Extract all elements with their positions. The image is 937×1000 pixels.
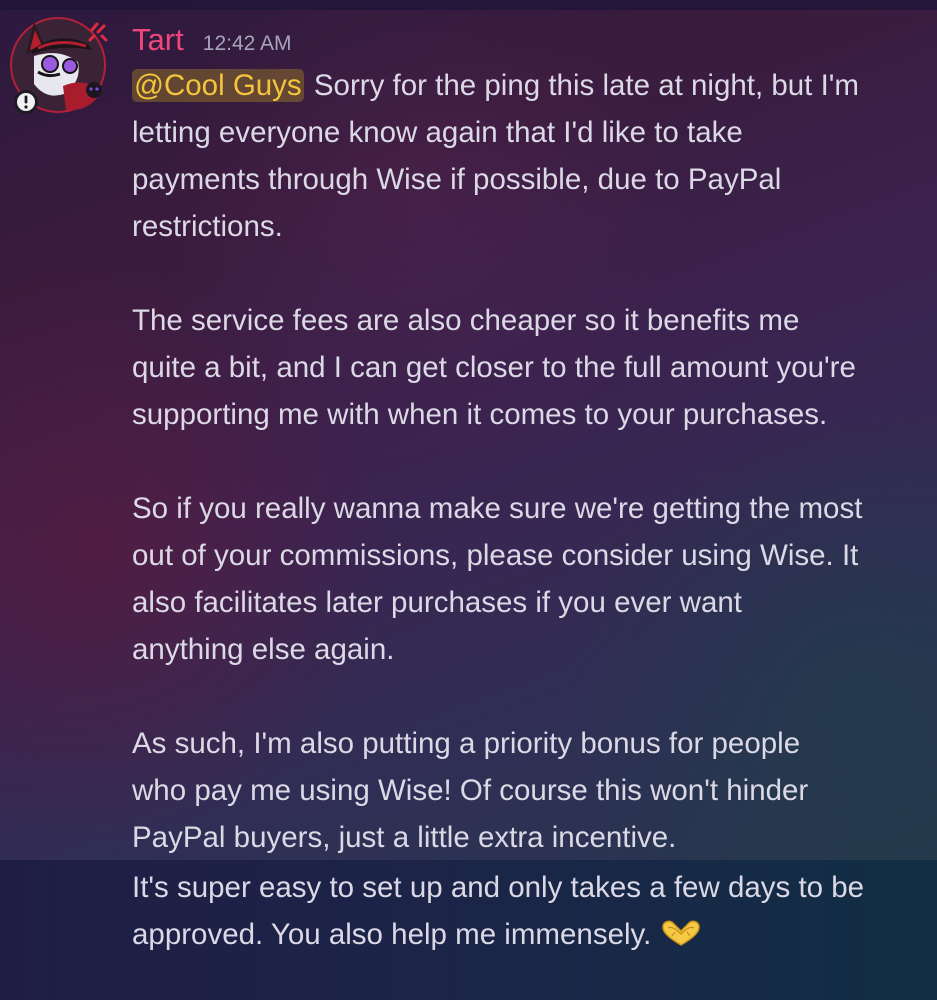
- message-line: restrictions.: [132, 210, 283, 243]
- message-line: So if you really wanna make sure we're g…: [132, 492, 863, 525]
- heart-hands-emoji-icon[interactable]: [659, 915, 703, 962]
- message-line: payments through Wise if possible, due t…: [132, 163, 782, 196]
- message-line: supporting me with when it comes to your…: [132, 398, 828, 431]
- message-line: anything else again.: [132, 633, 395, 666]
- message-line: As such, I'm also putting a priority bon…: [132, 727, 801, 760]
- message-line: It's super easy to set up and only takes…: [132, 871, 865, 904]
- message-line: quite a bit, and I can get closer to the…: [132, 351, 856, 384]
- message-timestamp[interactable]: 12:42 AM: [203, 32, 292, 56]
- role-mention[interactable]: @Cool Guys: [132, 69, 304, 102]
- author-name[interactable]: Tart: [132, 22, 184, 58]
- message-line: letting everyone know again that I'd lik…: [132, 116, 743, 149]
- user-avatar[interactable]: [8, 14, 110, 116]
- message-line: approved. You also help me immensely.: [132, 911, 932, 958]
- message-text: Sorry for the ping this late at night, b…: [313, 69, 859, 102]
- chat-message[interactable]: Tart 12:42 AM @Cool Guys Sorry for the p…: [0, 0, 937, 860]
- message-line: out of your commissions, please consider…: [132, 539, 859, 572]
- message-line: @Cool Guys Sorry for the ping this late …: [132, 62, 932, 109]
- message-line: who pay me using Wise! Of course this wo…: [132, 774, 809, 807]
- message-line: also facilitates later purchases if you …: [132, 586, 742, 619]
- message-text: approved. You also help me immensely.: [132, 918, 652, 951]
- message-line: The service fees are also cheaper so it …: [132, 304, 800, 337]
- followup-content: It's super easy to set up and only takes…: [132, 864, 932, 958]
- message-line: PayPal buyers, just a little extra incen…: [132, 821, 677, 854]
- message-header: Tart 12:42 AM: [132, 22, 292, 62]
- message-content: @Cool Guys Sorry for the ping this late …: [132, 62, 932, 861]
- avatar-icon: [10, 17, 108, 114]
- followup-message[interactable]: It's super easy to set up and only takes…: [0, 860, 937, 1000]
